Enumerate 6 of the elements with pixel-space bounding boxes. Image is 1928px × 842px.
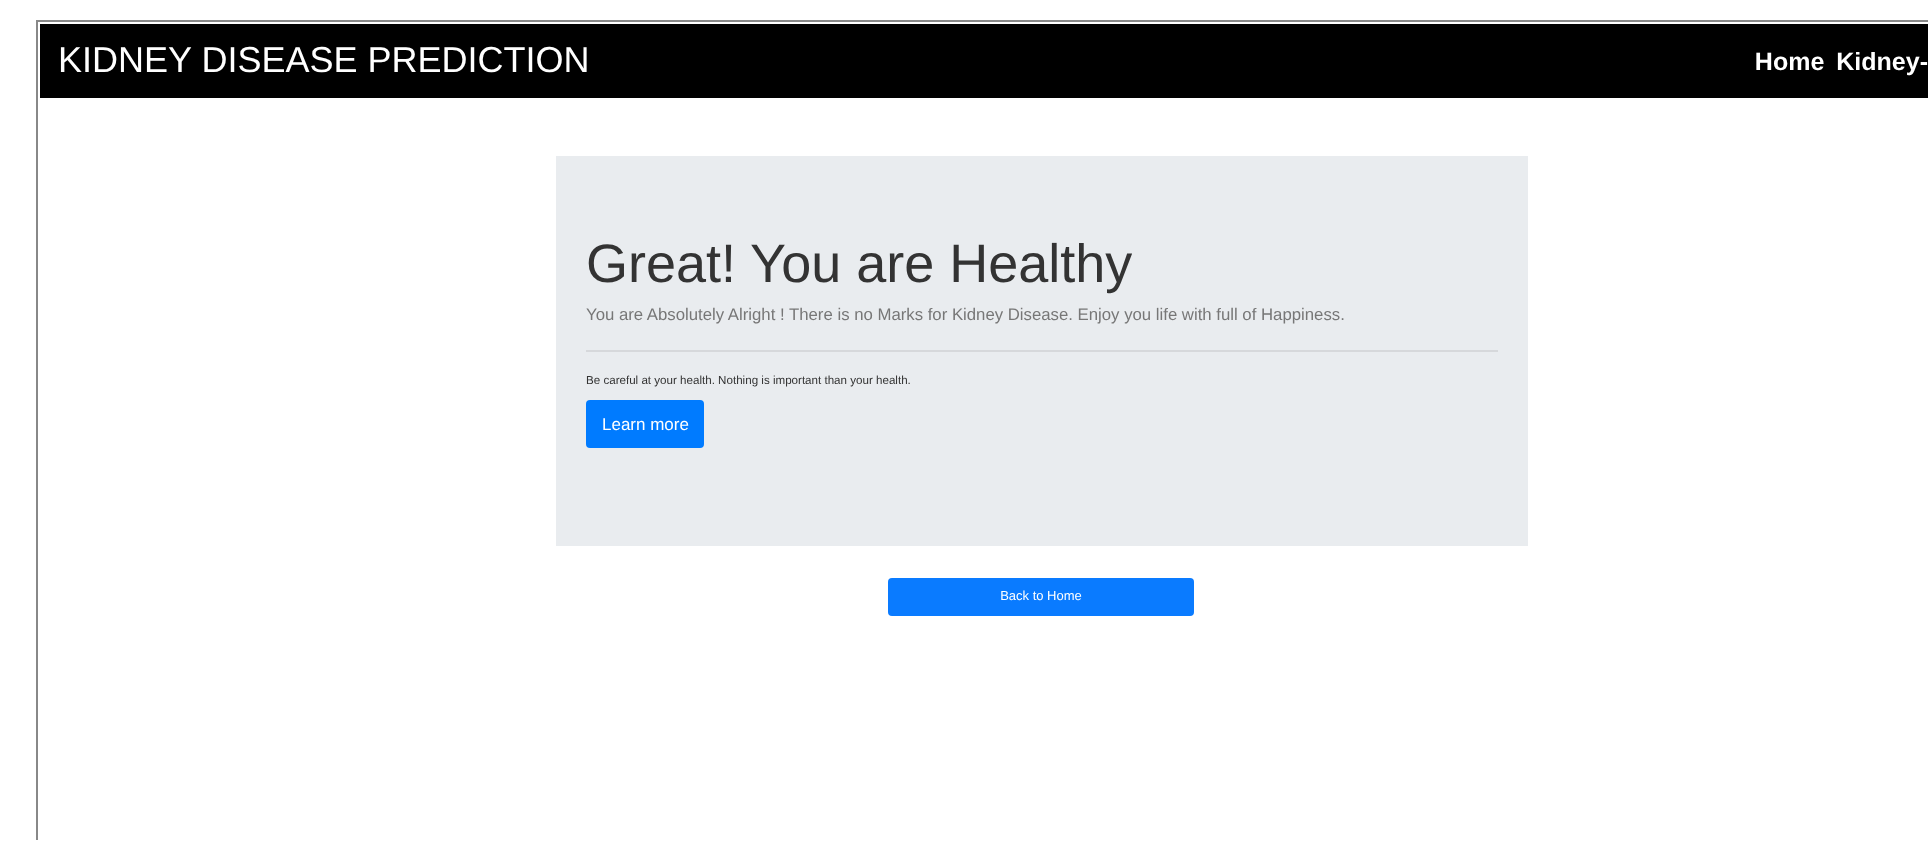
learn-more-button[interactable]: Learn more: [586, 400, 705, 448]
nav-link[interactable]: Kidney-: [1836, 47, 1928, 75]
result-message: You are Absolutely Alright ! There is no Marks for Kidney Disease. Enjoy you life with full of Happiness.: [586, 304, 1347, 324]
brand-title[interactable]: KIDNEY DISEASE PREDICTION: [58, 40, 590, 82]
nav-link[interactable]: Home: [1754, 47, 1825, 75]
result-heading: Great! You are Healthy: [586, 232, 1135, 296]
